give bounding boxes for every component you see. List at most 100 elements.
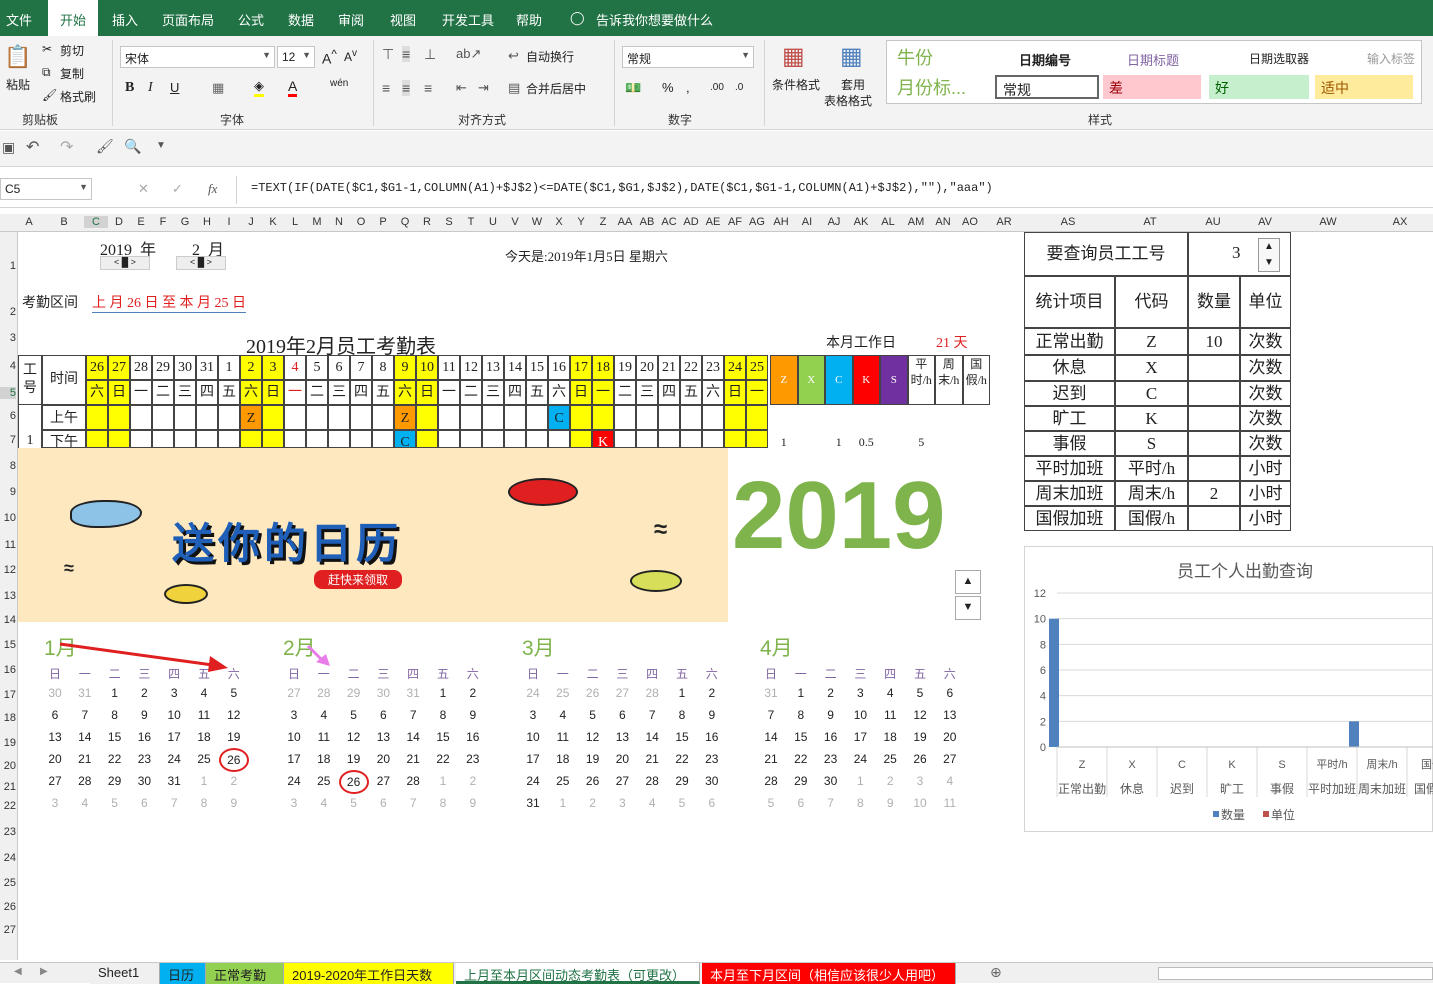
calendar-day[interactable]: 3 (162, 686, 186, 700)
calendar-day[interactable]: 4 (312, 796, 336, 810)
decrease-decimal-icon[interactable]: .0 (735, 82, 743, 93)
calendar-day[interactable]: 13 (371, 730, 395, 744)
tab-file[interactable]: 文件 (6, 10, 32, 29)
grow-font-icon[interactable]: A^ (322, 48, 337, 67)
attendance-cell-pm[interactable] (548, 430, 570, 448)
column-header[interactable]: H (195, 216, 219, 228)
am-label[interactable]: 上午 (42, 405, 86, 430)
style-date-number[interactable]: 日期编号 (1013, 47, 1077, 71)
attendance-cell-am[interactable] (196, 405, 218, 430)
calendar-day[interactable]: 19 (908, 730, 932, 744)
calendar-day[interactable]: 16 (132, 730, 156, 744)
tab-view[interactable]: 视图 (390, 10, 416, 29)
calendar-day[interactable]: 16 (461, 730, 485, 744)
calendar-day[interactable]: 5 (342, 708, 366, 722)
calendar-day[interactable]: 25 (312, 774, 336, 788)
row-header[interactable]: 21 (0, 781, 16, 793)
weekday-header[interactable]: 日 (108, 380, 130, 405)
query-cell[interactable]: S (1115, 431, 1188, 456)
style-date-title[interactable]: 日期标题 (1121, 47, 1185, 71)
query-cell[interactable]: 次数 (1240, 328, 1291, 355)
align-middle-icon[interactable]: ≡ (402, 46, 411, 62)
customize-qat-icon[interactable]: ▼ (156, 140, 166, 151)
column-header[interactable]: F (151, 216, 175, 228)
calendar-day[interactable]: 31 (759, 686, 783, 700)
column-header[interactable]: R (415, 216, 439, 228)
calendar-day[interactable]: 9 (700, 708, 724, 722)
weekday-header[interactable]: 六 (702, 380, 724, 405)
column-header[interactable]: AE (701, 216, 725, 228)
column-header[interactable]: O (349, 216, 373, 228)
attendance-cell-am[interactable] (350, 405, 372, 430)
calendar-day[interactable]: 3 (282, 708, 306, 722)
weekday-header[interactable]: 五 (680, 380, 702, 405)
query-cell[interactable]: 小时 (1240, 456, 1291, 481)
summary-col-header[interactable]: X (797, 355, 825, 405)
date-header[interactable]: 10 (416, 355, 438, 380)
calendar-day[interactable]: 15 (789, 730, 813, 744)
calendar-day[interactable]: 4 (640, 796, 664, 810)
date-header[interactable]: 25 (746, 355, 768, 380)
column-header[interactable]: S (437, 216, 461, 228)
query-value-text[interactable]: 3 (1232, 243, 1241, 263)
attendance-cell-pm[interactable] (284, 430, 306, 448)
query-header[interactable]: 代码 (1115, 276, 1188, 328)
query-cell[interactable]: 正常出勤 (1024, 328, 1115, 355)
attendance-cell-pm[interactable] (130, 430, 152, 448)
calendar-day[interactable]: 3 (521, 708, 545, 722)
row-header[interactable]: 15 (0, 639, 16, 651)
attendance-cell-am[interactable] (262, 405, 284, 430)
calendar-day[interactable]: 9 (461, 796, 485, 810)
attendance-cell-pm[interactable] (262, 430, 284, 448)
attendance-cell-pm[interactable] (416, 430, 438, 448)
row-header[interactable]: 5 (0, 387, 16, 399)
weekday-header[interactable]: 日 (724, 380, 746, 405)
calendar-day[interactable]: 4 (192, 686, 216, 700)
attendance-cell-am[interactable] (614, 405, 636, 430)
calendar-day[interactable]: 2 (461, 686, 485, 700)
date-header[interactable]: 4 (284, 355, 306, 380)
attendance-cell-pm[interactable] (328, 430, 350, 448)
fill-color-icon[interactable]: ◈ (254, 78, 264, 97)
redo-icon[interactable]: ↷ (60, 137, 73, 157)
date-header[interactable]: 14 (504, 355, 526, 380)
weekday-header[interactable]: 六 (548, 380, 570, 405)
tab-insert[interactable]: 插入 (112, 10, 138, 29)
date-header[interactable]: 16 (548, 355, 570, 380)
calendar-day[interactable]: 20 (43, 752, 67, 766)
column-header[interactable]: AO (958, 216, 982, 228)
column-header[interactable]: AM (904, 216, 928, 228)
calendar-day[interactable]: 14 (73, 730, 97, 744)
attendance-cell-am[interactable] (438, 405, 460, 430)
calendar-day[interactable]: 30 (132, 774, 156, 788)
calendar-day[interactable]: 20 (610, 752, 634, 766)
style-bad[interactable]: 差 (1103, 75, 1201, 99)
weekday-header[interactable]: 日 (570, 380, 592, 405)
calendar-day[interactable]: 19 (342, 752, 366, 766)
calendar-day[interactable]: 16 (819, 730, 843, 744)
calendar-day[interactable]: 11 (878, 708, 902, 722)
query-cell[interactable] (1188, 506, 1240, 531)
calendar-day[interactable]: 1 (670, 686, 694, 700)
attendance-cell-pm[interactable] (746, 430, 768, 448)
date-header[interactable]: 19 (614, 355, 636, 380)
calendar-day[interactable]: 7 (73, 708, 97, 722)
paste-icon[interactable]: 📋 (4, 44, 31, 70)
calendar-day[interactable]: 17 (521, 752, 545, 766)
phonetic-icon[interactable]: wén (330, 78, 348, 89)
calendar-day[interactable]: 1 (431, 774, 455, 788)
row-header[interactable]: 20 (0, 760, 16, 772)
weekday-header[interactable]: 六 (86, 380, 108, 405)
calendar-day[interactable]: 19 (222, 730, 246, 744)
attendance-cell-am[interactable] (482, 405, 504, 430)
calendar-day[interactable]: 8 (789, 708, 813, 722)
column-header[interactable]: AI (795, 216, 819, 228)
calendar-day[interactable]: 30 (371, 686, 395, 700)
calendar-day[interactable]: 11 (312, 730, 336, 744)
style-input-label[interactable]: 输入标签 (1361, 47, 1421, 71)
mark-cell[interactable]: C (548, 405, 570, 430)
tab-data[interactable]: 数据 (288, 10, 314, 29)
date-header[interactable]: 17 (570, 355, 592, 380)
weekday-header[interactable]: 二 (614, 380, 636, 405)
calendar-day[interactable]: 7 (819, 796, 843, 810)
